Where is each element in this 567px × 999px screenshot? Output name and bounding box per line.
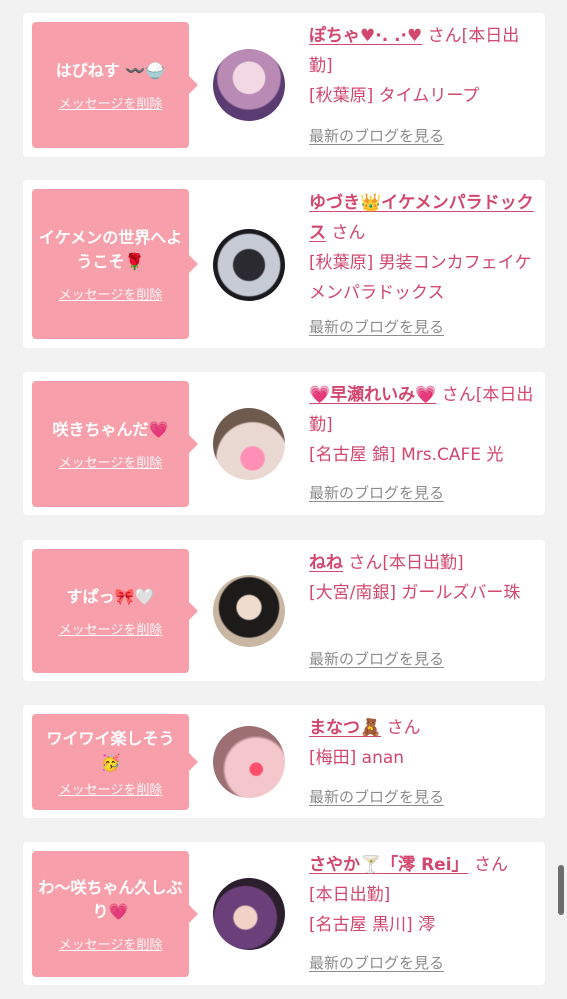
honorific: さん [386, 718, 421, 738]
message-bubble: イケメンの世界へようこそ🌹 メッセージを削除 [32, 189, 198, 339]
honorific: さん [348, 553, 383, 573]
delete-message-link[interactable]: メッセージを削除 [59, 934, 163, 953]
honorific: さん [331, 223, 366, 243]
delete-message-link[interactable]: メッセージを削除 [59, 619, 163, 638]
avatar[interactable] [213, 878, 285, 950]
message-card: ワイワイ楽しそう🥳 メッセージを削除 まなつ🧸 さん [梅田] anan 最新の… [23, 705, 545, 818]
cast-name-link[interactable]: さやか🍸「澪 Rei」 [309, 855, 469, 875]
message-bubble: わ〜咲ちゃん久しぶり💗 メッセージを削除 [32, 851, 198, 977]
message-card: 咲きちゃんだ💗 メッセージを削除 💗早瀬れいみ💗 さん[本日出勤] [名古屋 錦… [23, 372, 545, 515]
avatar[interactable] [213, 726, 285, 798]
cast-info: ねね さん[本日出勤] [大宮/南銀] ガールズバー珠 [309, 548, 541, 608]
cast-name-link[interactable]: まなつ🧸 [309, 718, 381, 738]
shop-name: [秋葉原] 男装コンカフェイケメンパラドックス [309, 253, 532, 303]
honorific: さん [441, 385, 476, 405]
cast-name-link[interactable]: ぽちゃ♥·. .·♥ [309, 26, 422, 46]
message-text: わ〜咲ちゃん久しぶり💗 [38, 877, 183, 921]
message-card: イケメンの世界へようこそ🌹 メッセージを削除 ゆづき👑イケメンパラドックス さん… [23, 180, 545, 348]
delete-message-link[interactable]: メッセージを削除 [59, 452, 163, 471]
latest-blog-link[interactable]: 最新のブログを見る [309, 482, 444, 503]
message-text: ワイワイ楽しそう🥳 [46, 728, 175, 772]
latest-blog-link[interactable]: 最新のブログを見る [309, 316, 444, 337]
message-bubble: 咲きちゃんだ💗 メッセージを削除 [32, 381, 198, 507]
cast-name-link[interactable]: 💗早瀬れいみ💗 [309, 385, 436, 405]
delete-message-link[interactable]: メッセージを削除 [59, 779, 163, 798]
shop-name: [名古屋 黒川] 澪 [309, 915, 436, 935]
honorific: さん [427, 26, 462, 46]
message-card: すぱっ🎀🤍 メッセージを削除 ねね さん[本日出勤] [大宮/南銀] ガールズバ… [23, 540, 545, 681]
cast-info: まなつ🧸 さん [梅田] anan [309, 713, 541, 773]
scrollbar[interactable] [558, 865, 564, 915]
message-bubble: すぱっ🎀🤍 メッセージを削除 [32, 549, 198, 673]
delete-message-link[interactable]: メッセージを削除 [59, 284, 163, 303]
message-text: すぱっ🎀🤍 [66, 586, 155, 606]
honorific: さん [473, 855, 508, 875]
avatar[interactable] [213, 575, 285, 647]
shop-name: [名古屋 錦] Mrs.CAFE 光 [309, 445, 504, 465]
latest-blog-link[interactable]: 最新のブログを見る [309, 952, 444, 973]
latest-blog-link[interactable]: 最新のブログを見る [309, 125, 444, 146]
shop-name: [秋葉原] タイムリープ [309, 86, 480, 106]
cast-info: ぽちゃ♥·. .·♥ さん[本日出勤] [秋葉原] タイムリープ [309, 21, 541, 111]
status-badge: [本日出勤] [382, 553, 464, 573]
cast-info: ゆづき👑イケメンパラドックス さん [秋葉原] 男装コンカフェイケメンパラドック… [309, 188, 541, 308]
avatar[interactable] [213, 49, 285, 121]
message-bubble: はびねす 〰️🍚 メッセージを削除 [32, 22, 198, 148]
avatar[interactable] [213, 408, 285, 480]
message-text: はびねす 〰️🍚 [55, 60, 166, 80]
latest-blog-link[interactable]: 最新のブログを見る [309, 786, 444, 807]
latest-blog-link[interactable]: 最新のブログを見る [309, 648, 444, 669]
cast-info: さやか🍸「澪 Rei」 さん [本日出勤] [名古屋 黒川] 澪 [309, 850, 541, 940]
message-card: はびねす 〰️🍚 メッセージを削除 ぽちゃ♥·. .·♥ さん[本日出勤] [秋… [23, 13, 545, 157]
message-text: 咲きちゃんだ💗 [52, 419, 169, 439]
status-badge: [本日出勤] [309, 885, 391, 905]
message-bubble: ワイワイ楽しそう🥳 メッセージを削除 [32, 714, 198, 810]
avatar[interactable] [213, 229, 285, 301]
delete-message-link[interactable]: メッセージを削除 [59, 93, 163, 112]
cast-name-link[interactable]: ねね [309, 553, 343, 573]
shop-name: [梅田] anan [309, 748, 405, 768]
shop-name: [大宮/南銀] ガールズバー珠 [309, 583, 521, 603]
message-card: わ〜咲ちゃん久しぶり💗 メッセージを削除 さやか🍸「澪 Rei」 さん [本日出… [23, 842, 545, 985]
message-text: イケメンの世界へようこそ🌹 [38, 227, 183, 271]
cast-info: 💗早瀬れいみ💗 さん[本日出勤] [名古屋 錦] Mrs.CAFE 光 [309, 380, 541, 470]
